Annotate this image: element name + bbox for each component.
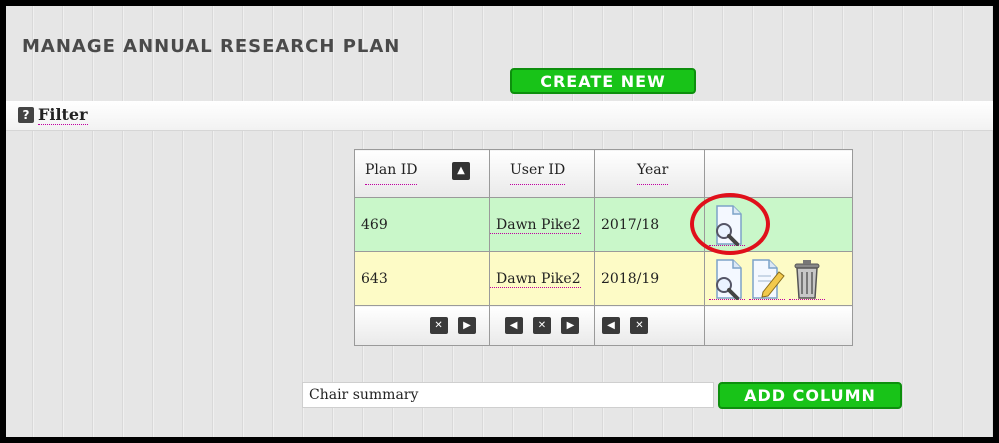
- column-header-plan-id[interactable]: Plan ID ▲: [354, 149, 490, 198]
- plans-table: Plan ID ▲ User ID Year 469 Dawn Pike2 20…: [354, 149, 853, 346]
- move-right-icon[interactable]: ▶: [561, 317, 580, 334]
- column-header-year[interactable]: Year: [594, 149, 705, 198]
- clear-filter-icon[interactable]: ✕: [429, 317, 448, 334]
- column-name-input[interactable]: [302, 382, 714, 408]
- page-title: MANAGE ANNUAL RESEARCH PLAN: [22, 36, 401, 57]
- view-document-icon[interactable]: [709, 258, 745, 300]
- year-cell: 2018/19: [601, 270, 660, 287]
- user-id-link[interactable]: Dawn Pike2: [490, 216, 581, 234]
- remove-column-icon[interactable]: ✕: [630, 317, 649, 334]
- filter-toggle[interactable]: Filter: [38, 105, 88, 125]
- year-cell: 2017/18: [601, 216, 660, 233]
- sort-asc-icon[interactable]: ▲: [452, 162, 470, 180]
- trash-icon[interactable]: [789, 258, 825, 300]
- user-id-link[interactable]: Dawn Pike2: [490, 270, 581, 288]
- table-row[interactable]: 469 Dawn Pike2 2017/18: [354, 197, 853, 252]
- remove-column-icon[interactable]: ✕: [533, 317, 551, 334]
- move-left-icon[interactable]: ◀: [504, 317, 523, 334]
- plan-id-cell: 469: [361, 216, 388, 233]
- highlight-circle: [690, 193, 770, 255]
- column-header-label[interactable]: Year: [637, 162, 669, 185]
- edit-document-icon[interactable]: [749, 258, 785, 300]
- column-header-label[interactable]: User ID: [510, 162, 566, 185]
- move-left-icon[interactable]: ◀: [602, 317, 620, 334]
- column-header-user-id[interactable]: User ID: [489, 149, 595, 198]
- filter-bar[interactable]: ? Filter: [6, 101, 993, 131]
- app-frame: MANAGE ANNUAL RESEARCH PLAN CREATE NEW ?…: [6, 6, 993, 437]
- plan-id-cell: 643: [361, 270, 388, 287]
- add-column-button[interactable]: ADD COLUMN: [718, 382, 902, 409]
- move-right-icon[interactable]: ▶: [458, 317, 476, 334]
- column-header-actions: [704, 149, 853, 198]
- help-icon[interactable]: ?: [18, 107, 34, 123]
- table-row[interactable]: 643 Dawn Pike2 2018/19: [354, 251, 853, 306]
- create-new-button[interactable]: CREATE NEW: [510, 68, 696, 94]
- table-footer: ✕ ▶ ◀ ✕ ▶ ◀ ✕: [354, 305, 853, 346]
- column-header-label[interactable]: Plan ID: [365, 162, 418, 185]
